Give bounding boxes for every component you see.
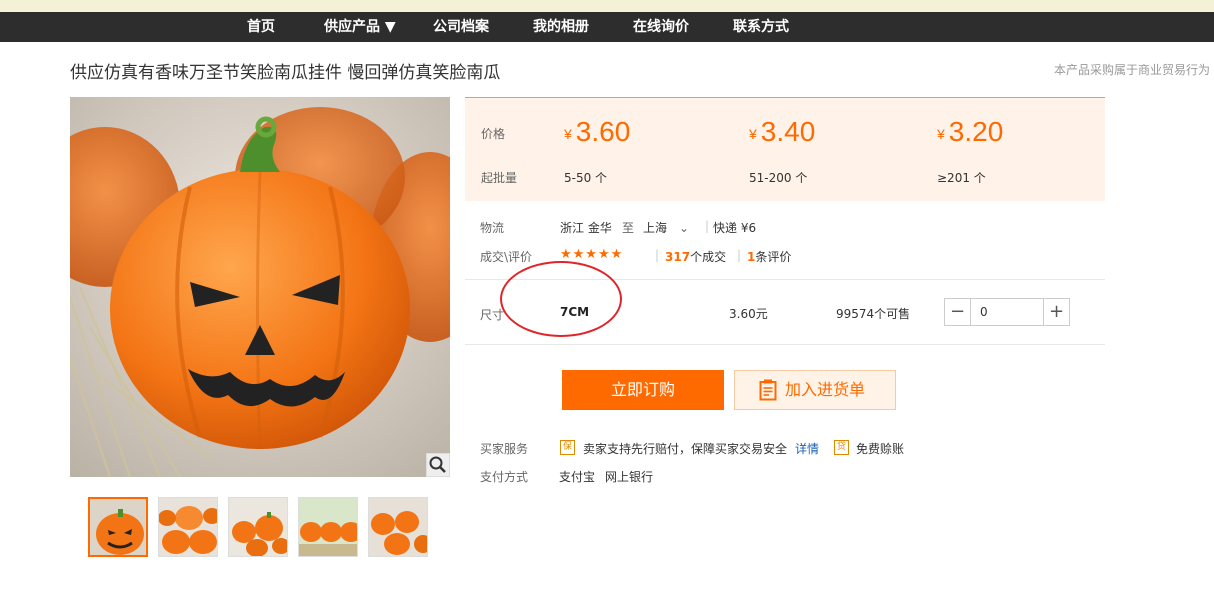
qty-range-2: 51-200 个 (749, 171, 808, 185)
price-tier-2: ¥3.40 (749, 116, 816, 147)
annotation-circle (500, 261, 622, 337)
rating-stars: ★★★★★ (560, 247, 624, 262)
guarantee-detail-link[interactable]: 详情 (795, 440, 819, 457)
quantity-input[interactable] (972, 299, 1042, 325)
free-credit-text: 免费赊账 (856, 442, 905, 456)
reviews-separator-1: | (655, 248, 660, 262)
review-count[interactable]: 1条评价 (747, 248, 791, 265)
price-tier-3: ¥3.20 (937, 116, 1004, 147)
sku-size-name: 7CM (560, 305, 590, 319)
magnifier-icon (429, 456, 446, 473)
nav-item-contact[interactable]: 联系方式 (733, 12, 789, 42)
sku-price: 3.60元 (729, 307, 768, 321)
logistics-destination-select[interactable]: 上海 ⌄ (643, 219, 689, 236)
payment-label: 支付方式 (480, 470, 529, 484)
main-nav: 首页 供应产品 ▼ 公司档案 我的相册 在线询价 联系方式 (0, 12, 1214, 42)
nav-item-company-profile[interactable]: 公司档案 (433, 12, 489, 42)
reviews-label: 成交\评价 (480, 250, 533, 264)
nav-item-products[interactable]: 供应产品 ▼ (324, 12, 396, 42)
qty-range-3: ≥201 个 (937, 171, 986, 185)
moq-label: 起批量 (481, 171, 518, 185)
buyer-services-label: 买家服务 (480, 442, 529, 456)
logistics-label: 物流 (480, 221, 505, 235)
product-main-image[interactable] (70, 97, 450, 477)
zoom-button[interactable] (426, 453, 450, 477)
credit-icon: 贷 (834, 440, 849, 455)
shipping-fee: 快递 ¥6 (713, 221, 757, 235)
thumbnail-1[interactable] (88, 497, 148, 557)
divider-1 (465, 279, 1105, 280)
thumbnail-3[interactable] (228, 497, 288, 557)
thumbnail-5[interactable] (368, 497, 428, 557)
increase-quantity-button[interactable]: + (1043, 299, 1069, 325)
payment-method-alipay: 支付宝 (559, 470, 596, 484)
thumbnail-4[interactable] (298, 497, 358, 557)
clipboard-icon (759, 379, 777, 401)
logistics-to-word: 至 (622, 221, 635, 235)
top-strip (0, 0, 1214, 12)
logistics-separator: | (705, 219, 710, 233)
qty-range-1: 5-50 个 (564, 171, 608, 185)
decrease-quantity-button[interactable]: − (945, 299, 971, 325)
divider-2 (465, 344, 1105, 345)
trade-disclaimer: 本产品采购属于商业贸易行为 (1053, 63, 1210, 77)
add-to-cart-button[interactable]: 加入进货单 (734, 370, 896, 410)
sku-stock: 99574个可售 (836, 307, 911, 321)
add-to-cart-label: 加入进货单 (785, 380, 866, 399)
thumbnail-2[interactable] (158, 497, 218, 557)
chevron-down-icon: ⌄ (679, 221, 690, 235)
order-now-button[interactable]: 立即订购 (562, 370, 724, 410)
payment-method-online-bank: 网上银行 (605, 470, 654, 484)
nav-item-home[interactable]: 首页 (247, 12, 275, 42)
size-label: 尺寸 (480, 308, 505, 322)
quantity-stepper: − + (944, 298, 1070, 326)
guarantee-icon: 保 (560, 440, 575, 455)
nav-item-inquiry[interactable]: 在线询价 (633, 12, 689, 42)
price-label: 价格 (481, 127, 506, 141)
logistics-origin: 浙江 金华 (560, 221, 612, 235)
nav-item-album[interactable]: 我的相册 (533, 12, 589, 42)
product-title: 供应仿真有香味万圣节笑脸南瓜挂件 慢回弹仿真笑脸南瓜 (70, 63, 501, 83)
price-tier-1: ¥3.60 (564, 116, 631, 147)
deals-count[interactable]: 317个成交 (665, 248, 726, 265)
guarantee-text: 卖家支持先行赔付，保障买家交易安全 (583, 442, 788, 456)
reviews-separator-2: | (737, 248, 742, 262)
